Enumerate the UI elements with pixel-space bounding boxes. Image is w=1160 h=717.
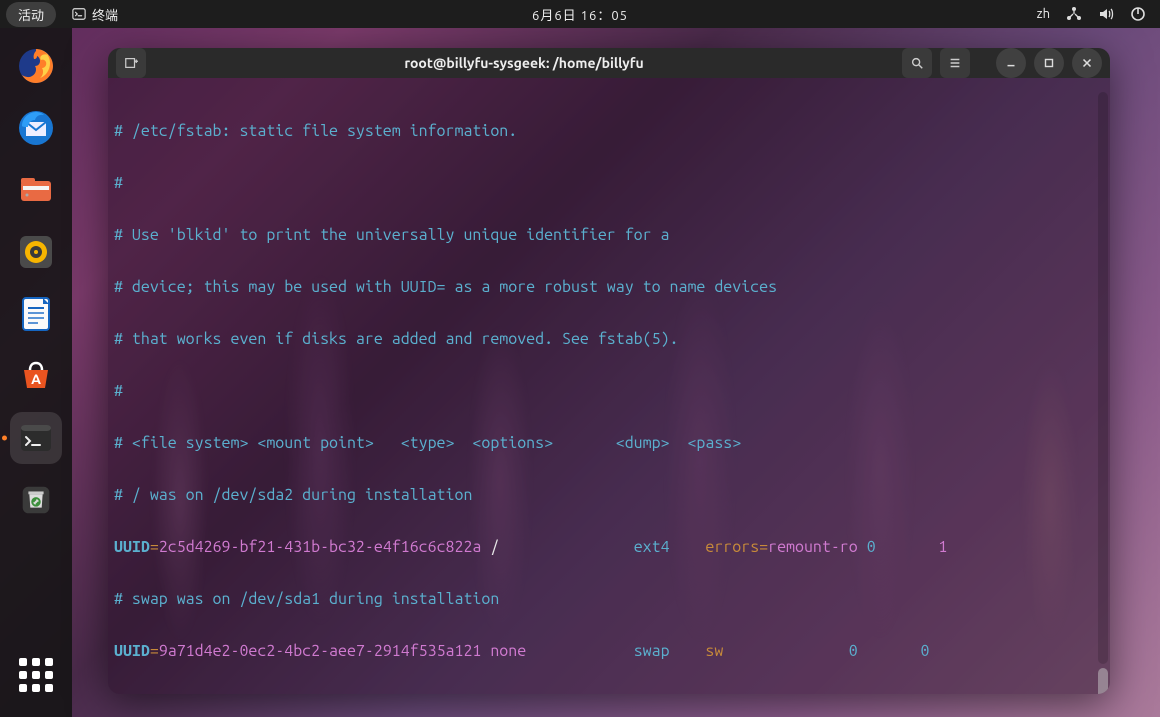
clock[interactable]: 6月6日 16：05 (532, 5, 628, 24)
terminal-app-icon (16, 418, 56, 458)
dock: A (0, 28, 72, 717)
files-icon (16, 170, 56, 210)
fstab-header: # <file system> <mount point> <type> <op… (112, 430, 1106, 456)
fstab-swapfile-entry: /swapfile swap swap defaults 0 0 (112, 690, 1106, 694)
fstab-swap-entry: UUID=9a71d4e2-0ec2-4bc2-aee7-2914f535a12… (112, 638, 1106, 664)
dock-firefox[interactable] (10, 40, 62, 92)
firefox-icon (16, 46, 56, 86)
new-tab-icon (124, 56, 138, 70)
volume-icon[interactable] (1098, 6, 1114, 22)
hamburger-icon (948, 56, 962, 70)
trash-icon (17, 481, 55, 519)
writer-icon (16, 294, 56, 334)
fstab-comment: # (112, 378, 1106, 404)
dock-terminal[interactable] (10, 412, 62, 464)
terminal-icon (72, 7, 86, 21)
network-icon[interactable] (1066, 6, 1082, 22)
software-icon: A (16, 356, 56, 396)
maximize-icon (1042, 56, 1056, 70)
search-icon (910, 56, 924, 70)
scrollbar-track[interactable] (1098, 92, 1108, 664)
dock-libreoffice-writer[interactable] (10, 288, 62, 340)
minimize-button[interactable] (996, 48, 1026, 78)
input-method-indicator[interactable]: zh (1037, 7, 1050, 21)
close-button[interactable] (1072, 48, 1102, 78)
hamburger-menu-button[interactable] (940, 48, 970, 78)
svg-text:A: A (31, 371, 41, 387)
new-tab-button[interactable] (116, 48, 146, 78)
power-icon[interactable] (1130, 6, 1146, 22)
app-menu-label: 终端 (92, 5, 118, 24)
fstab-comment: # device; this may be used with UUID= as… (112, 274, 1106, 300)
fstab-comment: # (112, 170, 1106, 196)
activities-button[interactable]: 活动 (6, 2, 56, 27)
terminal-viewport[interactable]: # /etc/fstab: static file system informa… (108, 78, 1110, 694)
show-applications-button[interactable] (10, 649, 62, 701)
rhythmbox-icon (16, 232, 56, 272)
maximize-button[interactable] (1034, 48, 1064, 78)
fstab-comment: # /etc/fstab: static file system informa… (112, 118, 1106, 144)
dock-rhythmbox[interactable] (10, 226, 62, 278)
thunderbird-icon (16, 108, 56, 148)
dock-ubuntu-software[interactable]: A (10, 350, 62, 402)
app-menu[interactable]: 终端 (72, 5, 118, 24)
fstab-comment: # / was on /dev/sda2 during installation (112, 482, 1106, 508)
fstab-comment: # Use 'blkid' to print the universally u… (112, 222, 1106, 248)
close-icon (1080, 56, 1094, 70)
terminal-window: root@billyfu-sysgeek: /home/billyfu # /e… (108, 48, 1110, 694)
dock-files[interactable] (10, 164, 62, 216)
window-title: root@billyfu-sysgeek: /home/billyfu (154, 55, 894, 71)
dock-thunderbird[interactable] (10, 102, 62, 154)
scrollbar-thumb[interactable] (1098, 668, 1108, 694)
search-button[interactable] (902, 48, 932, 78)
window-titlebar[interactable]: root@billyfu-sysgeek: /home/billyfu (108, 48, 1110, 78)
fstab-comment: # that works even if disks are added and… (112, 326, 1106, 352)
dock-trash[interactable] (10, 474, 62, 526)
fstab-root-entry: UUID=2c5d4269-bf21-431b-bc32-e4f16c6c822… (112, 534, 1106, 560)
fstab-comment: # swap was on /dev/sda1 during installat… (112, 586, 1106, 612)
top-bar: 活动 终端 6月6日 16：05 zh (0, 0, 1160, 28)
minimize-icon (1004, 56, 1018, 70)
